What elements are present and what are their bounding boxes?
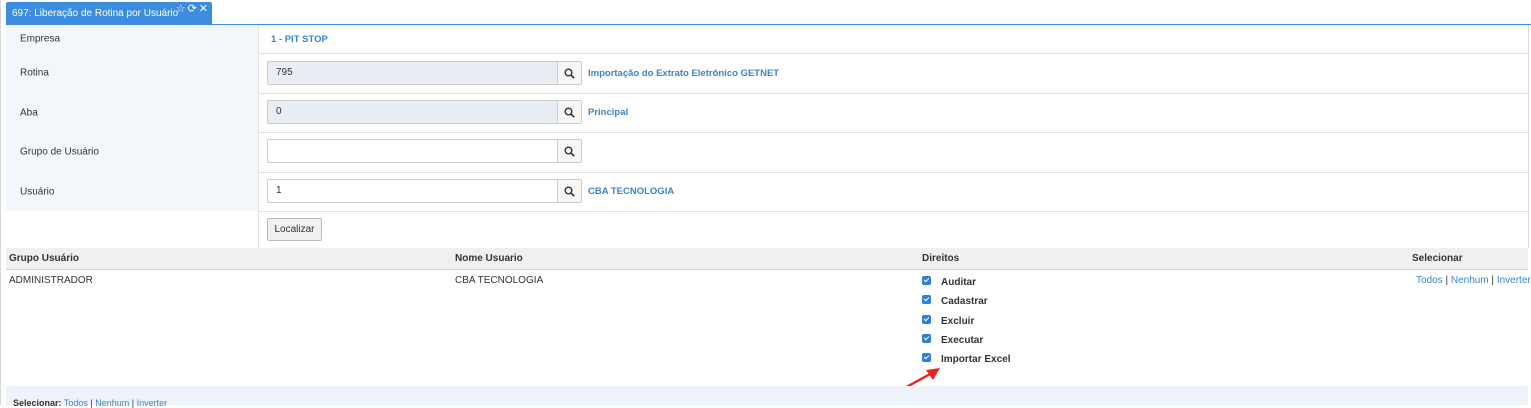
search-icon xyxy=(564,146,575,157)
rotina-input[interactable]: 795 xyxy=(267,61,558,85)
aba-label: Aba xyxy=(20,107,38,118)
star-icon[interactable]: ☆ xyxy=(176,3,186,15)
label-importar-excel: Importar Excel xyxy=(941,354,1011,365)
row-select-inverter-link[interactable]: Inverter xyxy=(1497,275,1531,286)
grid-header: Grupo Usuário Nome Usuario Direitos Sele… xyxy=(6,248,1528,270)
cell-grupo: ADMINISTRADOR xyxy=(9,275,93,286)
label-auditar: Auditar xyxy=(941,277,976,288)
search-icon xyxy=(564,107,575,118)
row-select-nenhum-link[interactable]: Nenhum xyxy=(1451,275,1489,286)
footer-todos-link[interactable]: Todos xyxy=(64,398,88,408)
label-cadastrar: Cadastrar xyxy=(941,296,988,307)
checkbox-importar-excel[interactable] xyxy=(922,353,931,362)
search-icon xyxy=(564,68,575,79)
tab-rotina-697[interactable]: 697: Liberação de Rotina por Usuário ☆ ⟳ ✕ xyxy=(6,2,212,24)
rotina-label: Rotina xyxy=(20,67,49,79)
grupo-search-button[interactable] xyxy=(557,139,582,163)
usuario-description: CBA TECNOLOGIA xyxy=(588,186,675,197)
refresh-icon[interactable]: ⟳ xyxy=(188,3,197,15)
rotina-search-button[interactable] xyxy=(557,61,582,85)
rotina-row: Rotina 795 Importação do Extrato Eletrôn… xyxy=(6,53,1528,94)
localizar-row xyxy=(6,211,1528,248)
localizar-button[interactable]: Localizar xyxy=(267,218,322,241)
aba-row: Aba 0 Principal xyxy=(6,93,1528,133)
col-selecionar[interactable]: Selecionar xyxy=(1412,253,1463,264)
empresa-row: Empresa 1 - PIT STOP xyxy=(6,25,1528,54)
table-row: ADMINISTRADOR CBA TECNOLOGIA Auditar Cad… xyxy=(6,270,1531,386)
search-icon xyxy=(564,186,575,197)
usuario-row: Usuário 1 CBA TECNOLOGIA xyxy=(6,172,1528,212)
col-grupo-usuario[interactable]: Grupo Usuário xyxy=(9,253,79,264)
empresa-value: 1 - PIT STOP xyxy=(271,34,328,45)
tab-title: 697: Liberação de Rotina por Usuário xyxy=(12,8,179,19)
grupo-row: Grupo de Usuário xyxy=(6,132,1528,173)
label-excluir: Excluir xyxy=(941,316,975,327)
aba-description: Principal xyxy=(588,107,629,118)
row-select-todos-link[interactable]: Todos xyxy=(1416,275,1443,286)
footer-inverter-link[interactable]: Inverter xyxy=(137,398,168,408)
filter-form: Empresa 1 - PIT STOP Rotina 795 Importaç… xyxy=(6,25,1529,248)
window-edge xyxy=(0,0,1,405)
checkbox-auditar[interactable] xyxy=(922,276,931,285)
row-select-links: Todos | Nenhum | Inverter xyxy=(1416,275,1531,286)
usuario-input[interactable]: 1 xyxy=(267,179,558,203)
rotina-description: Importação do Extrato Eletrônico GETNET xyxy=(588,68,780,79)
col-nome-usuario[interactable]: Nome Usuario xyxy=(455,253,523,264)
grupo-input[interactable] xyxy=(267,139,558,163)
checkbox-cadastrar[interactable] xyxy=(922,295,931,304)
footer-bar: Selecionar: Todos | Nenhum | Inverter xyxy=(6,386,1528,408)
usuario-label: Usuário xyxy=(20,186,55,197)
checkbox-excluir[interactable] xyxy=(922,315,931,324)
cell-nome: CBA TECNOLOGIA xyxy=(455,275,544,286)
footer-nenhum-link[interactable]: Nenhum xyxy=(95,398,129,408)
footer-label: Selecionar: xyxy=(13,398,62,408)
aba-search-button[interactable] xyxy=(557,100,582,124)
col-direitos[interactable]: Direitos xyxy=(922,253,959,264)
label-executar: Executar xyxy=(941,335,984,346)
empresa-label: Empresa xyxy=(20,33,61,45)
checkbox-executar[interactable] xyxy=(922,334,931,343)
aba-input[interactable]: 0 xyxy=(267,100,558,124)
grupo-label: Grupo de Usuário xyxy=(20,146,99,158)
usuario-search-button[interactable] xyxy=(557,179,582,203)
close-icon[interactable]: ✕ xyxy=(199,3,208,15)
